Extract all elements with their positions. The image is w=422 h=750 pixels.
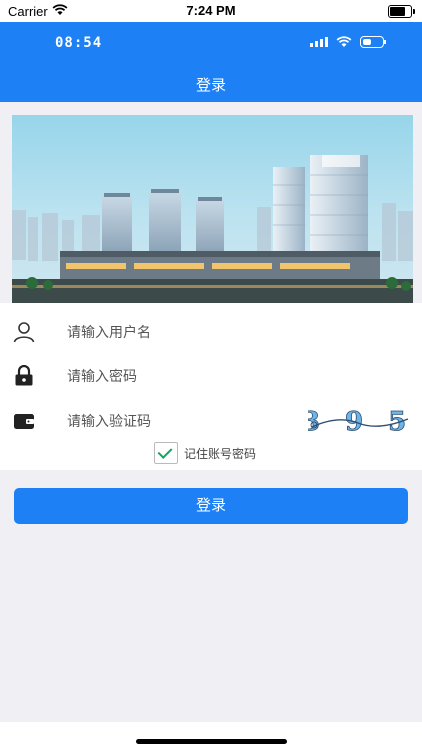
signal-icon [310,37,328,47]
login-button[interactable]: 登录 [14,488,408,524]
home-indicator[interactable] [136,739,287,744]
login-form-panel: 请输入用户名 请输入密码 请输入验证码 3 9 5 记住账号密码 [0,303,422,470]
password-input[interactable]: 请输入密码 [67,366,137,386]
captcha-image[interactable]: 3 9 5 [301,403,412,437]
home-indicator-bar [0,722,422,750]
remember-checkbox[interactable] [154,442,178,464]
password-row[interactable]: 请输入密码 [0,354,422,398]
status-time: 7:24 PM [186,3,236,18]
captcha-input[interactable]: 请输入验证码 [67,411,151,431]
username-input[interactable]: 请输入用户名 [67,322,151,342]
battery-icon [360,36,386,48]
system-status-bar: Carrier 7:24 PM [0,0,422,22]
remember-checkbox-wrap[interactable]: 记住账号密码 [154,442,256,464]
inner-status-time: 08:54 [55,35,103,51]
wifi-icon [336,36,352,47]
remember-label: 记住账号密码 [184,446,257,461]
inner-status-icons [310,36,386,48]
page-title: 登录 [195,76,226,94]
wallet-icon [13,410,35,432]
city-skyline-illustration [12,155,413,303]
user-icon [13,321,35,343]
battery-icon [388,5,415,18]
username-row[interactable]: 请输入用户名 [0,310,422,354]
app-header: 08:54 登录 [0,22,422,102]
lock-icon [13,365,35,387]
city-banner-image [12,115,413,303]
